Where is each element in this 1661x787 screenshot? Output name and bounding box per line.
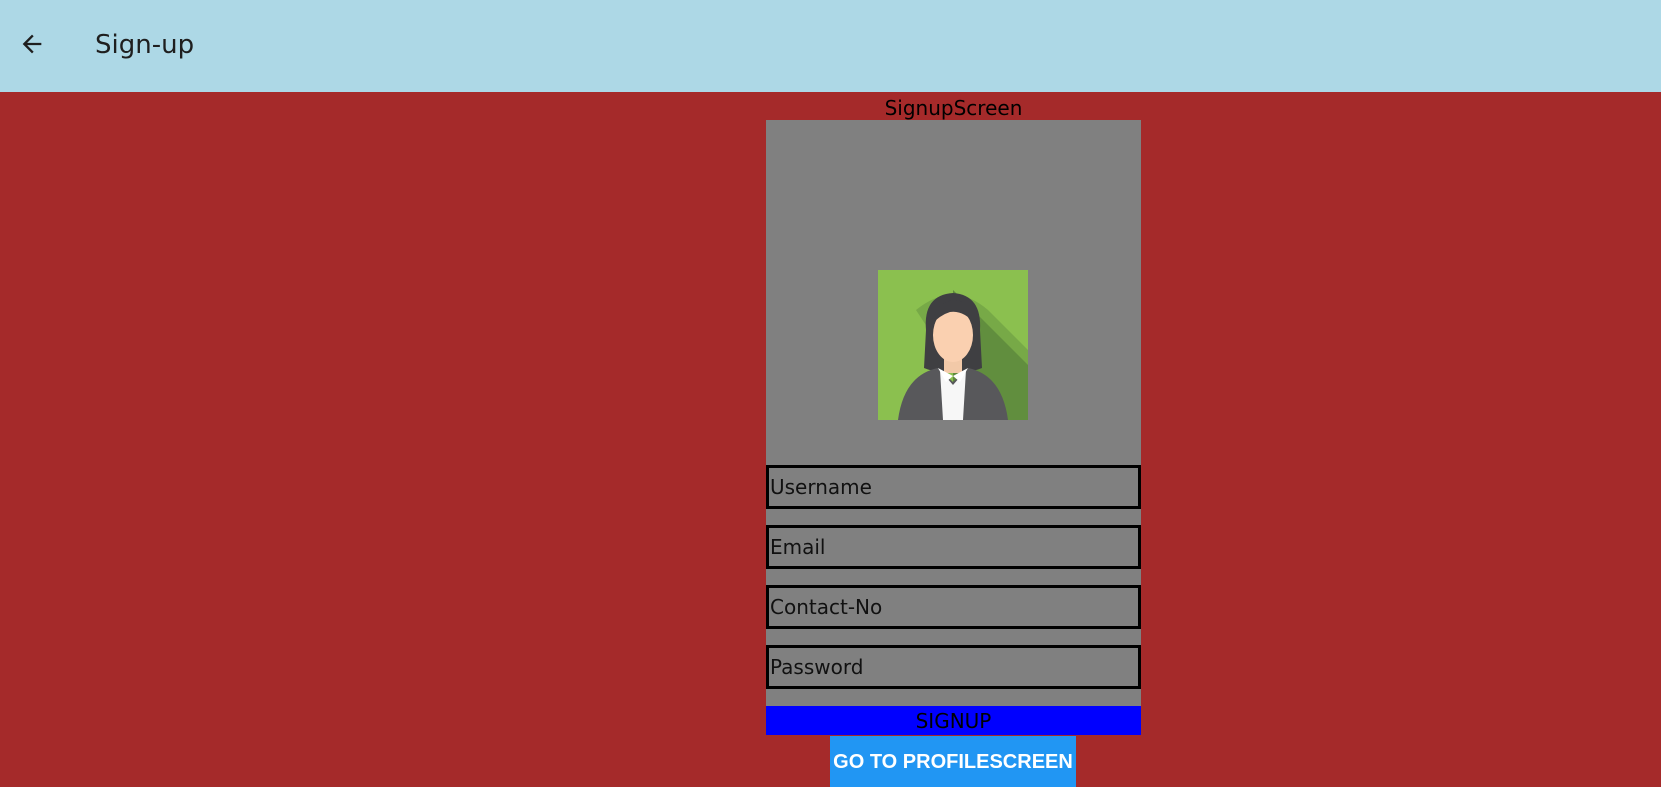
back-button[interactable] (12, 24, 52, 64)
password-field[interactable] (766, 645, 1141, 689)
page-title: Sign-up (95, 30, 195, 60)
contact-no-input[interactable] (769, 588, 1138, 626)
email-field[interactable] (766, 525, 1141, 569)
screen-label: SignupScreen (884, 96, 1023, 120)
username-input[interactable] (769, 468, 1138, 506)
arrow-left-icon (22, 34, 42, 54)
go-to-profile-button[interactable]: GO TO PROFILESCREEN (830, 736, 1076, 787)
app-bar: Sign-up (0, 0, 1661, 92)
signup-form-panel: SIGNUP (766, 120, 1141, 735)
female-avatar-icon (878, 270, 1028, 420)
password-input[interactable] (769, 648, 1138, 686)
contact-no-field[interactable] (766, 585, 1141, 629)
email-input[interactable] (769, 528, 1138, 566)
username-field[interactable] (766, 465, 1141, 509)
signup-button[interactable]: SIGNUP (766, 706, 1141, 735)
